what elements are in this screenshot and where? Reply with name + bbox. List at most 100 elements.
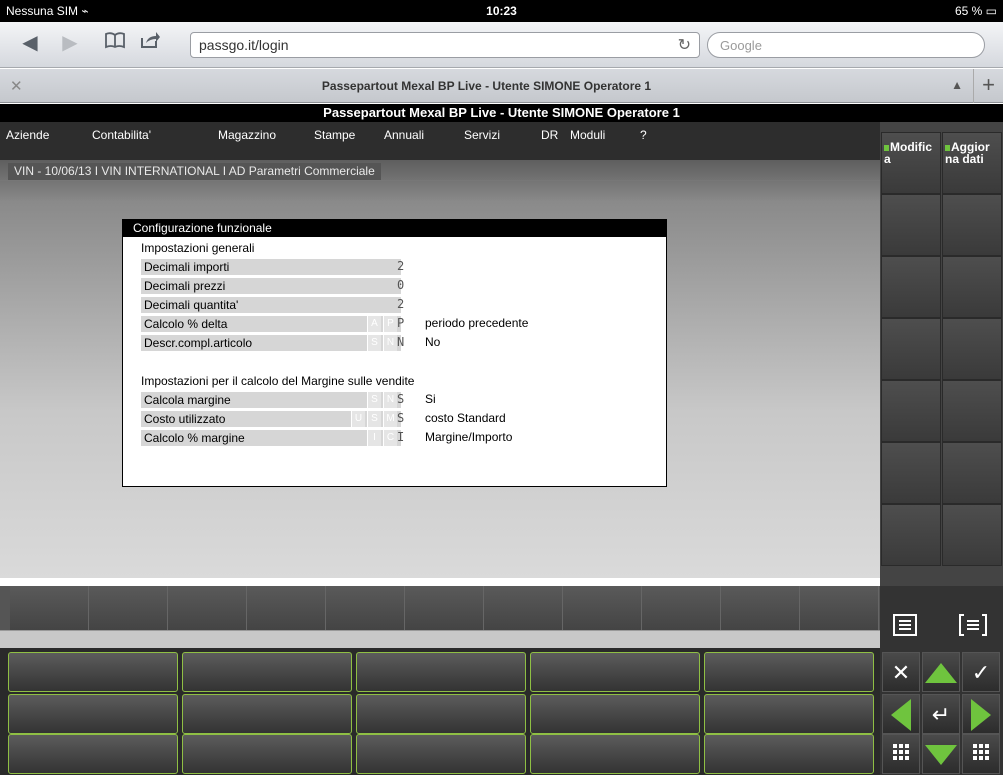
function-slot[interactable]: [10, 586, 89, 630]
menu-magazzino[interactable]: Magazzino: [218, 128, 276, 142]
url-field[interactable]: passgo.it/login ↻: [190, 32, 700, 58]
menu-moduli[interactable]: Moduli: [570, 128, 605, 142]
field-calcola-margine[interactable]: Calcola margine S N: [141, 392, 401, 408]
new-tab-button[interactable]: +: [973, 69, 1003, 103]
side-button[interactable]: [942, 380, 1002, 442]
function-bar: [0, 586, 880, 630]
reload-icon[interactable]: ↻: [678, 35, 691, 55]
function-slot[interactable]: [326, 586, 405, 630]
function-slot[interactable]: [405, 586, 484, 630]
side-button[interactable]: [881, 380, 941, 442]
field-decimali-prezzi[interactable]: Decimali prezzi: [141, 278, 401, 294]
option-n[interactable]: N: [383, 392, 397, 408]
fkey[interactable]: [530, 652, 700, 692]
field-calcolo-margine[interactable]: Calcolo % margine I C: [141, 430, 401, 446]
option-a[interactable]: A: [367, 316, 381, 332]
right-arrow-icon[interactable]: [962, 694, 1000, 734]
search-field[interactable]: Google: [707, 32, 985, 58]
option-n[interactable]: N: [383, 335, 397, 351]
fkey[interactable]: [530, 734, 700, 774]
function-slot[interactable]: [168, 586, 247, 630]
field-value[interactable]: P: [397, 316, 404, 330]
menu-annuali[interactable]: Annuali: [384, 128, 424, 142]
aggiorna-dati-button[interactable]: Aggior na dati: [942, 132, 1002, 194]
option-u[interactable]: U: [351, 411, 365, 427]
side-button[interactable]: [881, 442, 941, 504]
back-icon[interactable]: ◀: [18, 30, 42, 56]
left-arrow-icon[interactable]: [882, 694, 920, 734]
fkey[interactable]: [530, 694, 700, 734]
option-i[interactable]: I: [367, 430, 381, 446]
fkey[interactable]: [704, 652, 874, 692]
fkey[interactable]: [182, 652, 352, 692]
menu-help[interactable]: ?: [640, 128, 647, 142]
field-costo-utilizzato[interactable]: Costo utilizzato U S M: [141, 411, 401, 427]
menu-servizi[interactable]: Servizi: [464, 128, 500, 142]
cancel-icon[interactable]: ✕: [882, 652, 920, 692]
side-button[interactable]: [942, 504, 1002, 566]
close-tab-icon[interactable]: ✕: [10, 77, 23, 95]
option-s[interactable]: S: [367, 411, 381, 427]
fkey[interactable]: [704, 734, 874, 774]
option-m[interactable]: M: [383, 411, 397, 427]
modifica-button[interactable]: Modific a: [881, 132, 941, 194]
fkey[interactable]: [356, 652, 526, 692]
side-button[interactable]: [881, 256, 941, 318]
field-decimali-importi[interactable]: Decimali importi: [141, 259, 401, 275]
field-value[interactable]: 2: [397, 259, 404, 273]
field-value[interactable]: S: [397, 392, 404, 406]
function-slot[interactable]: [247, 586, 326, 630]
confirm-icon[interactable]: ✓: [962, 652, 1000, 692]
fkey[interactable]: [8, 694, 178, 734]
field-value[interactable]: I: [397, 430, 404, 444]
option-c[interactable]: C: [383, 430, 397, 446]
side-button[interactable]: [942, 442, 1002, 504]
field-calcolo-delta[interactable]: Calcolo % delta A P: [141, 316, 401, 332]
side-button[interactable]: [942, 318, 1002, 380]
fkey[interactable]: [182, 694, 352, 734]
option-s[interactable]: S: [367, 335, 381, 351]
tab-strip: ✕ Passepartout Mexal BP Live - Utente SI…: [0, 69, 1003, 103]
keypad-icon[interactable]: [962, 734, 1000, 774]
side-button[interactable]: [942, 256, 1002, 318]
input-line[interactable]: [0, 630, 880, 648]
forward-icon[interactable]: ▶: [58, 30, 82, 56]
field-decimali-quantita[interactable]: Decimali quantita': [141, 297, 401, 313]
side-button[interactable]: [881, 194, 941, 256]
option-s[interactable]: S: [367, 392, 381, 408]
field-value[interactable]: 0: [397, 278, 404, 292]
option-p[interactable]: P: [383, 316, 397, 332]
tab-title[interactable]: Passepartout Mexal BP Live - Utente SIMO…: [30, 79, 943, 93]
enter-icon[interactable]: ↵: [922, 694, 960, 734]
menu-aziende[interactable]: Aziende: [6, 128, 49, 142]
field-value[interactable]: S: [397, 411, 404, 425]
function-slot[interactable]: [563, 586, 642, 630]
down-arrow-icon[interactable]: [922, 734, 960, 774]
keypad-icon[interactable]: [882, 734, 920, 774]
share-icon[interactable]: [138, 30, 162, 56]
side-button[interactable]: [942, 194, 1002, 256]
fkey[interactable]: [704, 694, 874, 734]
fkey[interactable]: [182, 734, 352, 774]
field-value[interactable]: 2: [397, 297, 404, 311]
fkey[interactable]: [8, 652, 178, 692]
field-value[interactable]: N: [397, 335, 404, 349]
function-slot[interactable]: [642, 586, 721, 630]
function-slot[interactable]: [89, 586, 168, 630]
side-button[interactable]: [881, 504, 941, 566]
list-bracket-icon[interactable]: [954, 610, 992, 650]
up-arrow-icon[interactable]: [922, 652, 960, 692]
menu-contabilita[interactable]: Contabilita': [92, 128, 151, 142]
menu-stampe[interactable]: Stampe: [314, 128, 355, 142]
function-slot[interactable]: [800, 586, 879, 630]
fkey[interactable]: [356, 694, 526, 734]
function-slot[interactable]: [721, 586, 800, 630]
side-button[interactable]: [881, 318, 941, 380]
fkey[interactable]: [8, 734, 178, 774]
menu-dr[interactable]: DR: [541, 128, 558, 142]
function-slot[interactable]: [484, 586, 563, 630]
bookmarks-icon[interactable]: [103, 30, 127, 56]
fkey[interactable]: [356, 734, 526, 774]
field-descr-compl[interactable]: Descr.compl.articolo S N: [141, 335, 401, 351]
list-icon[interactable]: [886, 610, 924, 650]
